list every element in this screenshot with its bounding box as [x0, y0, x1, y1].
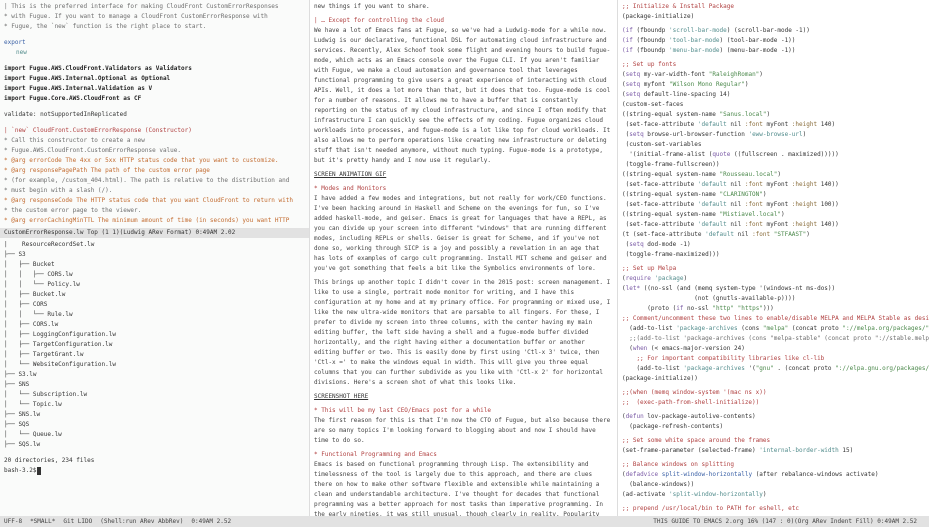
- doc-comment: * with Fugue. If you want to manage a Cl…: [4, 12, 305, 22]
- shell-prompt[interactable]: bash-3.2$: [4, 466, 305, 476]
- elisp-line: (toggle-frame-maximized))): [622, 250, 925, 260]
- body-text: We have a lot of Emacs fans at Fugue, so…: [314, 26, 613, 166]
- body-text: I have added a few modes and integration…: [314, 194, 613, 274]
- body-text: This brings up another topic I didn't co…: [314, 278, 613, 388]
- modeline-encoding: UFF-8: [4, 517, 22, 527]
- elisp-line: (package-refresh-contents): [622, 422, 925, 432]
- modeline-right: THIS GUIDE TO EMACS 2.org 16% (147 : 0)(…: [653, 517, 917, 527]
- body-text: The first reason for this is that I'm no…: [314, 416, 613, 446]
- editor-frame: | This is the preferred interface for ma…: [0, 0, 929, 516]
- elisp-line: (package-initialize): [622, 12, 925, 22]
- doc-comment: | This is the preferred interface for ma…: [4, 2, 305, 12]
- tree-row[interactable]: ├── SNS.lw: [4, 410, 305, 420]
- dir-tree[interactable]: | ResourceRecordSet.lw ├── S3 │ ├── Buck…: [4, 240, 305, 450]
- modeline-time: 0:49AM 2.52: [191, 517, 231, 527]
- tree-row[interactable]: │ ├── LoggingConfiguration.lw: [4, 330, 305, 340]
- constructor-header: | `new` CloudFront.CustomErrorResponse (…: [4, 126, 305, 136]
- tree-row[interactable]: │ │ ├── CORS.lw: [4, 270, 305, 280]
- elisp-line: (package-initialize)): [622, 374, 925, 384]
- upper-modeline: CustomErrorResponse.lw Top (1 1)(Ludwig …: [0, 228, 309, 238]
- tree-row[interactable]: | ResourceRecordSet.lw: [4, 240, 305, 250]
- tree-row[interactable]: ├── SQS: [4, 420, 305, 430]
- elisp-line: (toggle-frame-fullscreen)): [622, 160, 925, 170]
- elisp-line: (custom-set-variables: [622, 140, 925, 150]
- body-text: new things if you want to share.: [314, 2, 613, 12]
- section-path: ;; prepend /usr/local/bin to PATH for es…: [622, 504, 925, 514]
- heading-fp-emacs: * Functional Programming and Emacs: [314, 450, 613, 460]
- elisp-comment: ;; For important compatibility libraries…: [622, 354, 925, 364]
- import-line: import Fugue.AWS.Internal.Validation as …: [4, 84, 305, 94]
- doc-comment: * Fugue, the `new` function is the right…: [4, 22, 305, 32]
- middle-pane[interactable]: new things if you want to share. | … Exc…: [310, 0, 618, 516]
- arg-responsecode: * @arg responseCode The HTTP status code…: [4, 196, 305, 206]
- tree-row[interactable]: │ ├── Bucket: [4, 260, 305, 270]
- arg-errorcode: * @arg errorCode The 4xx or 5xx HTTP sta…: [4, 156, 305, 166]
- tree-row[interactable]: │ ├── TargetGrant.lw: [4, 350, 305, 360]
- section-melpa: ;; Set up Melpa: [622, 264, 925, 274]
- tree-row[interactable]: │ ├── CORS: [4, 300, 305, 310]
- tree-row[interactable]: ├── S3: [4, 250, 305, 260]
- section-exec-path: ;;(when (memq window-system '(mac ns x)): [622, 388, 925, 398]
- heading-except: | … Except for controlling the cloud: [314, 16, 613, 26]
- doc-line: * Fugue.AWS.CloudFront.CustomErrorRespon…: [4, 146, 305, 156]
- tree-row[interactable]: │ └── WebsiteConfiguration.lw: [4, 360, 305, 370]
- cursor: [37, 467, 41, 475]
- left-pane[interactable]: | This is the preferred interface for ma…: [0, 0, 310, 516]
- tree-row[interactable]: │ ├── Bucket.lw: [4, 290, 305, 300]
- arg-responsepagepath: * @arg responsePagePath The path of the …: [4, 166, 305, 176]
- export-name: new: [16, 48, 305, 58]
- validate-line: validate: notSupportedInReplicated: [4, 110, 305, 120]
- heading-modes: * Modes and Monitors: [314, 184, 613, 194]
- elisp-line: (balance-windows)): [622, 480, 925, 490]
- mode-line[interactable]: UFF-8 *SMALL* Git LIDO (Shell:run ARev A…: [0, 516, 929, 527]
- doc-line: * Call this constructor to create a new: [4, 136, 305, 146]
- tree-row[interactable]: ├── SQS.lw: [4, 440, 305, 450]
- section-fonts: ;; Set up fonts: [622, 60, 925, 70]
- elisp-comment: ;; Comment/uncomment these two lines to …: [622, 314, 925, 324]
- arg-errorcachingminttl: * @arg errorCachingMinTTL The minimum am…: [4, 216, 305, 226]
- tree-row[interactable]: │ └── Topic.lw: [4, 400, 305, 410]
- import-line: import Fugue.Core.AWS.CloudFront as CF: [4, 94, 305, 104]
- tree-row[interactable]: ├── S3.lw: [4, 370, 305, 380]
- section-init: ;; Initialize & Install Package: [622, 2, 925, 12]
- tree-row[interactable]: │ ├── TargetConfiguration.lw: [4, 340, 305, 350]
- tree-summary: 20 directories, 234 files: [4, 456, 305, 466]
- modeline-git: Git LIDO: [63, 517, 92, 527]
- import-line: import Fugue.AWS.CloudFront.Validators a…: [4, 64, 305, 74]
- modeline-mode: *SMALL*: [30, 517, 55, 527]
- import-line: import Fugue.AWS.Internal.Optional as Op…: [4, 74, 305, 84]
- tree-row[interactable]: │ ├── CORS.lw: [4, 320, 305, 330]
- gif-placeholder: SCREEN ANIMATION GIF: [314, 170, 613, 180]
- elisp-line: (custom-set-faces: [622, 100, 925, 110]
- tree-row[interactable]: │ └── Subscription.lw: [4, 390, 305, 400]
- tree-row[interactable]: │ │ └── Rule.lw: [4, 310, 305, 320]
- doc-line: * the custom error page to the viewer.: [4, 206, 305, 216]
- heading-last-post: * This will be my last CEO/Emacs post fo…: [314, 406, 613, 416]
- section-whitespace: ;; Set some white space around the frame…: [622, 436, 925, 446]
- tree-row[interactable]: ├── SNS: [4, 380, 305, 390]
- body-text: Emacs is based on functional programming…: [314, 460, 613, 516]
- section-exec-path: ;; (exec-path-from-shell-initialize)): [622, 398, 925, 408]
- tree-row[interactable]: │ └── Queue.lw: [4, 430, 305, 440]
- tree-row[interactable]: │ │ └── Policy.lw: [4, 280, 305, 290]
- doc-line: * (for example, /custom_404.html). The p…: [4, 176, 305, 186]
- modeline-shell: (Shell:run ARev AbbRev): [100, 517, 183, 527]
- doc-line: * must begin with a slash (/).: [4, 186, 305, 196]
- right-pane[interactable]: ;; Initialize & Install Package (package…: [618, 0, 929, 516]
- keyword-export: export: [4, 38, 305, 48]
- section-balance: ;; Balance windows on splitting: [622, 460, 925, 470]
- screenshot-placeholder: SCREENSHOT HERE: [314, 392, 613, 402]
